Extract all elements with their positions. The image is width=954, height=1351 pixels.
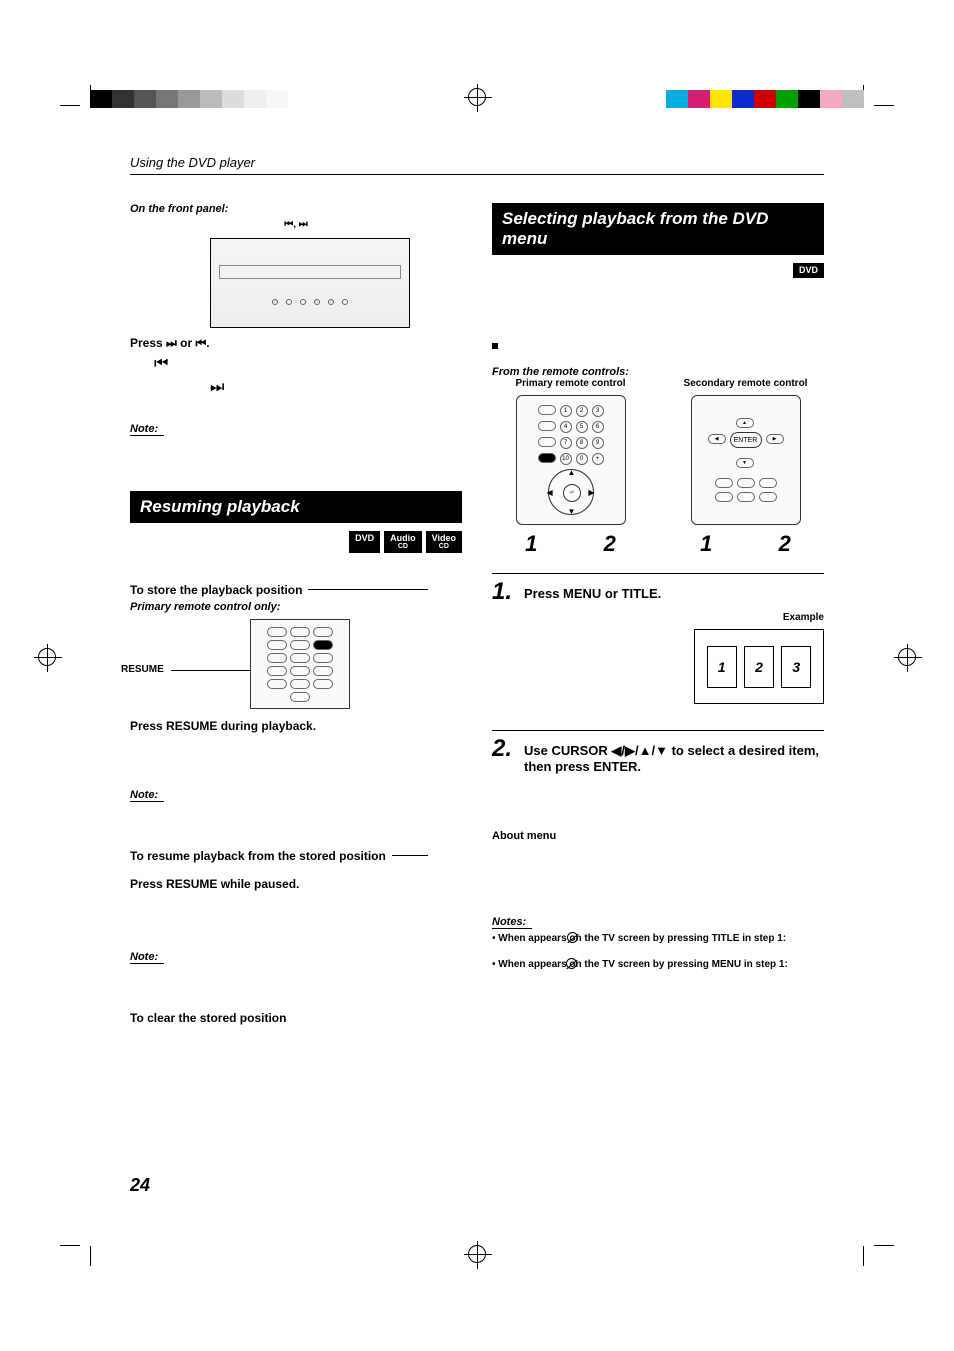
gray-step-wedge-icon [90, 90, 288, 108]
note-heading: Note: [130, 423, 164, 436]
dvd-badge: DVD [793, 263, 824, 278]
registration-mark-icon [898, 648, 916, 666]
crop-mark-icon [60, 1246, 90, 1276]
video-cd-badge: VideoCD [426, 531, 462, 553]
color-bars-icon [666, 90, 864, 108]
skip-back-icon: ⏮ [154, 355, 462, 373]
disc-badges: DVD AudioCD VideoCD [130, 531, 462, 553]
enter-button: ENTER [730, 432, 762, 448]
left-column: On the front panel: ⏮, ⏭ Press ⏭ or ⏮. ⏮… [130, 203, 462, 1025]
example-label: Example [492, 612, 824, 623]
primary-remote-illustration: 123 456 789 100+ ⏎ ▲ ▼ ◀ ▶ [516, 395, 626, 525]
step-2-text: Use CURSOR ◀/▶/▲/▼ to select a desired i… [524, 743, 824, 774]
cursor-dpad-icon: ⏎ ▲ ▼ ◀ ▶ [548, 469, 594, 515]
cursor-up-icon: ▲ [736, 418, 754, 428]
menu-thumb-1: 1 [707, 646, 737, 688]
callout-1: 1 [525, 531, 537, 557]
store-position-heading: To store the playback position [130, 583, 462, 597]
registration-mark-icon [468, 1245, 486, 1263]
cursor-left-icon: ◀ [708, 434, 726, 444]
clear-stored-position-heading: To clear the stored position [130, 1011, 462, 1025]
primary-remote-label: Primary remote control [492, 378, 649, 389]
resume-button-callout: RESUME [121, 664, 164, 675]
about-menu-heading: About menu [492, 830, 824, 842]
dvd-badge: DVD [349, 531, 380, 553]
callout-2: 2 [604, 531, 616, 557]
primary-remote-illustration: RESUME [250, 619, 350, 709]
page-number: 24 [130, 1175, 150, 1196]
menu-thumb-3: 3 [781, 646, 811, 688]
page-header: Using the DVD player [130, 155, 824, 175]
press-resume-playback: Press RESUME during playback. [130, 719, 462, 733]
crop-mark-icon [864, 75, 894, 105]
crop-mark-icon [60, 75, 90, 105]
press-resume-paused: Press RESUME while paused. [130, 877, 462, 891]
skip-forward-icon: ⏭ [210, 379, 462, 397]
cursor-right-icon: ▶ [766, 434, 784, 444]
front-panel-illustration [210, 238, 410, 328]
secondary-remote-label: Secondary remote control [667, 378, 824, 389]
callout-2: 2 [779, 531, 791, 557]
note-heading: Note: [130, 789, 164, 802]
step-1-number: 1. [492, 578, 512, 606]
resume-from-stored-heading: To resume playback from the stored posit… [130, 849, 462, 863]
prohibit-icon [566, 958, 577, 969]
from-remote-controls-heading: From the remote controls: [492, 366, 824, 378]
note-menu-line: • When appears on the TV screen by press… [492, 958, 824, 970]
step-2-number: 2. [492, 735, 512, 763]
skip-buttons-caption: ⏮, ⏭ [130, 219, 462, 230]
registration-mark-icon [38, 648, 56, 666]
registration-mark-icon [468, 88, 486, 106]
front-panel-heading: On the front panel: [130, 203, 462, 215]
bullet-square-icon [492, 343, 498, 349]
note-heading: Note: [130, 951, 164, 964]
audio-cd-badge: AudioCD [384, 531, 422, 553]
right-column: Selecting playback from the DVD menu DVD… [492, 203, 824, 1025]
selecting-playback-heading: Selecting playback from the DVD menu [492, 203, 824, 255]
example-menu-illustration: 1 2 3 [694, 629, 824, 704]
cursor-down-icon: ▼ [736, 458, 754, 468]
disc-badges-right: DVD [492, 263, 824, 278]
primary-remote-only-label: Primary remote control only: [130, 601, 462, 613]
resuming-playback-heading: Resuming playback [130, 491, 462, 523]
enter-button-icon: ⏎ [563, 484, 581, 502]
secondary-remote-illustration: ◀ ▶ ▲ ▼ ENTER [691, 395, 801, 525]
press-skip-instruction: Press ⏭ or ⏮. [130, 336, 462, 351]
menu-thumb-2: 2 [744, 646, 774, 688]
step-1-text: Press MENU or TITLE. [524, 586, 661, 601]
notes-heading: Notes: [492, 916, 532, 929]
crop-mark-icon [864, 1246, 894, 1276]
callout-1: 1 [700, 531, 712, 557]
note-title-line: • When appears on the TV screen by press… [492, 932, 824, 944]
prohibit-icon [567, 932, 578, 943]
